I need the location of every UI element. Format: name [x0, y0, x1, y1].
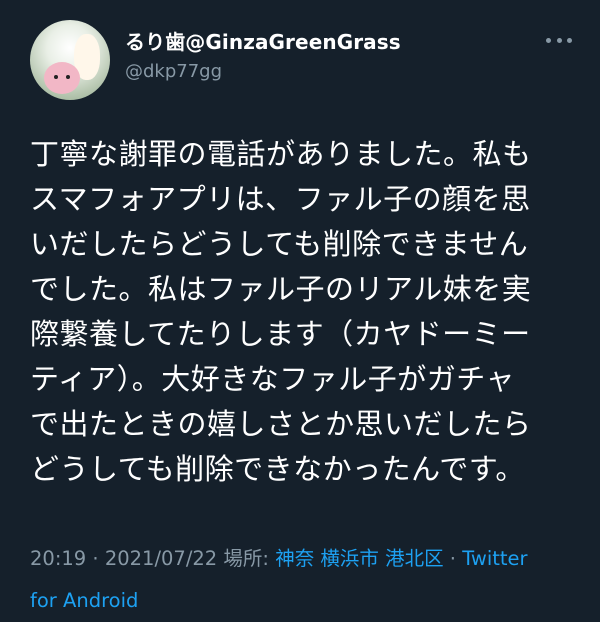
- tweet-line: で出たときの嬉しさとか思いだしたら: [30, 407, 532, 441]
- meta-line-1: 20:19 · 2021/07/22 場所: 神奈 横浜市 港北区 · Twit…: [30, 538, 575, 580]
- more-dot: [567, 37, 572, 43]
- tweet-text: 丁寧な謝罪の電話がありました。私も スマフォアプリは、ファル子の顔を思 いだしたらど…: [30, 132, 575, 492]
- more-dot: [546, 37, 551, 43]
- tweet-date[interactable]: 2021/07/22: [105, 547, 217, 570]
- more-options-icon[interactable]: [546, 35, 572, 45]
- avatar-eye-left: [54, 75, 58, 79]
- avatar-eye-right: [66, 75, 70, 79]
- tweet-line: ティア）。大好きなファル子がガチャ: [30, 362, 515, 396]
- more-dot: [556, 37, 562, 43]
- avatar-pink-plush: [44, 62, 80, 94]
- tweet-line: どうしても削除できなかったんです。: [30, 452, 525, 486]
- location-link[interactable]: 神奈 横浜市 港北区: [275, 547, 443, 570]
- user-handle[interactable]: @dkp77gg: [125, 61, 401, 82]
- display-name[interactable]: るり歯@GinzaGreenGrass: [125, 26, 401, 55]
- meta-separator: ·: [443, 547, 463, 570]
- user-name-block[interactable]: るり歯@GinzaGreenGrass @dkp77gg: [125, 26, 401, 82]
- tweet-time[interactable]: 20:19: [30, 547, 86, 570]
- tweet-line: 際繋養してたりします（カヤドーミー: [30, 317, 531, 351]
- source-link-part1[interactable]: Twitter: [462, 547, 527, 570]
- tweet-line: でした。私はファル子のリアル妹を実: [30, 272, 532, 306]
- avatar[interactable]: [30, 20, 110, 100]
- meta-separator: ·: [86, 547, 105, 570]
- location-label: 場所:: [217, 547, 276, 570]
- meta-line-2: for Android: [30, 580, 575, 622]
- tweet-header: るり歯@GinzaGreenGrass @dkp77gg: [0, 0, 600, 110]
- tweet-line: スマフォアプリは、ファル子の顔を思: [30, 182, 531, 216]
- tweet-line: 丁寧な謝罪の電話がありました。私も: [30, 137, 532, 171]
- tweet-line: いだしたらどうしても削除できません: [30, 227, 529, 261]
- source-link-part2[interactable]: for Android: [30, 589, 138, 612]
- tweet-meta: 20:19 · 2021/07/22 場所: 神奈 横浜市 港北区 · Twit…: [30, 538, 575, 622]
